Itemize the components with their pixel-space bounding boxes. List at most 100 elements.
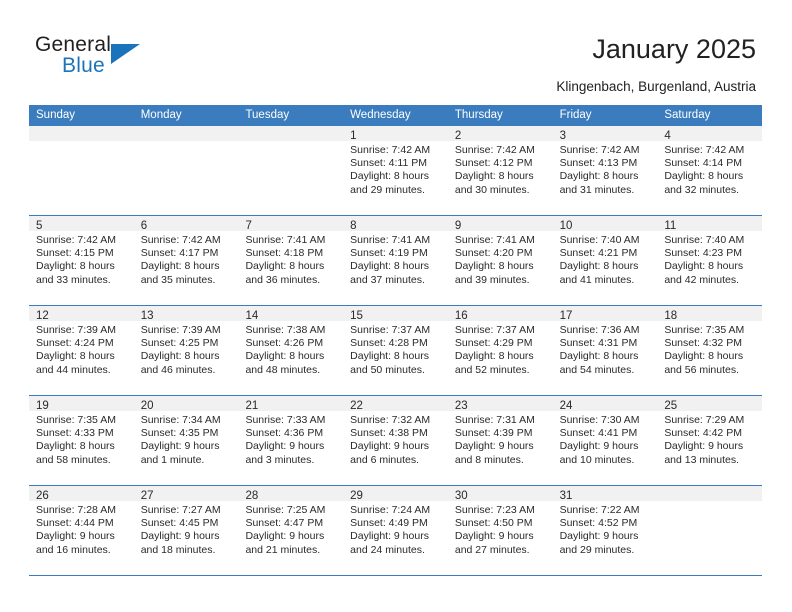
weekday-friday: Friday — [559, 109, 592, 121]
calendar-week-row: 5 Sunrise: 7:42 AM Sunset: 4:15 PM Daylight… — [29, 216, 763, 306]
day-details: Sunrise: 7:22 AM Sunset: 4:52 PM Daylight:… — [553, 501, 658, 557]
sunset-text: Sunset: 4:26 PM — [245, 337, 324, 350]
sunrise-text: Sunrise: 7:39 AM — [36, 324, 116, 336]
calendar-day-cell[interactable]: 26 Sunrise: 7:28 AM Sunset: 4:44 PM Dayligh… — [29, 486, 134, 575]
daylight-text-line2: and 48 minutes. — [245, 363, 321, 376]
calendar-weeks: 1 Sunrise: 7:42 AM Sunset: 4:11 PM Daylight… — [29, 126, 763, 576]
day-number-band: 31 — [552, 486, 658, 502]
calendar-day-cell[interactable]: 1 Sunrise: 7:42 AM Sunset: 4:11 PM Daylight… — [343, 126, 448, 215]
daylight-text-line2: and 29 minutes. — [350, 183, 425, 196]
daylight-text-line1: Daylight: 8 hours — [350, 170, 429, 183]
calendar-day-cell[interactable]: 19 Sunrise: 7:35 AM Sunset: 4:33 PM Dayligh… — [29, 396, 134, 485]
page-title: January 2025 — [592, 34, 756, 64]
day-number-band: 24 — [552, 396, 658, 412]
sunrise-text: Sunrise: 7:41 AM — [350, 234, 431, 246]
calendar-day-cell[interactable]: 17 Sunrise: 7:36 AM Sunset: 4:31 PM Dayligh… — [552, 306, 658, 395]
day-number: 11 — [664, 220, 677, 232]
calendar-day-cell[interactable]: 27 Sunrise: 7:27 AM Sunset: 4:45 PM Dayligh… — [133, 486, 239, 575]
weekday-thursday: Thursday — [454, 109, 503, 121]
calendar-day-cell[interactable]: 14 Sunrise: 7:38 AM Sunset: 4:26 PM Dayligh… — [238, 306, 344, 395]
calendar-week-row: 26 Sunrise: 7:28 AM Sunset: 4:44 PM Dayligh… — [29, 486, 763, 576]
weekday-wednesday: Wednesday — [350, 109, 411, 121]
day-number-band: 3 — [552, 126, 658, 142]
calendar-day-cell[interactable]: 13 Sunrise: 7:39 AM Sunset: 4:25 PM Dayligh… — [133, 306, 239, 395]
day-number: 27 — [140, 490, 154, 502]
day-number-band: 5 — [29, 216, 134, 232]
day-number-band: 13 — [133, 306, 239, 322]
sunrise-text: Sunrise: 7:42 AM — [454, 144, 535, 156]
calendar-day-cell[interactable]: 9 Sunrise: 7:41 AM Sunset: 4:20 PM Daylight… — [447, 216, 553, 305]
day-details: Sunrise: 7:38 AM Sunset: 4:26 PM Daylight:… — [238, 321, 343, 377]
sunrise-text: Sunrise: 7:29 AM — [664, 414, 745, 426]
sunrise-text: Sunrise: 7:32 AM — [350, 414, 431, 426]
daylight-text-line2: and 6 minutes. — [350, 453, 420, 466]
calendar-day-cell[interactable]: 25 Sunrise: 7:29 AM Sunset: 4:42 PM Dayligh… — [657, 396, 763, 485]
sunrise-text: Sunrise: 7:23 AM — [454, 504, 535, 516]
calendar-day-cell[interactable]: 31 Sunrise: 7:22 AM Sunset: 4:52 PM Dayligh… — [552, 486, 658, 575]
sunrise-text: Sunrise: 7:31 AM — [454, 414, 535, 426]
calendar-day-cell[interactable]: 7 Sunrise: 7:41 AM Sunset: 4:18 PM Daylight… — [238, 216, 344, 305]
calendar-day-cell[interactable]: 10 Sunrise: 7:40 AM Sunset: 4:21 PM Dayligh… — [552, 216, 658, 305]
weekday-sunday: Sunday — [36, 109, 76, 121]
sunrise-text: Sunrise: 7:37 AM — [350, 324, 431, 336]
sunrise-text: Sunrise: 7:37 AM — [454, 324, 535, 336]
calendar-day-cell[interactable]: 5 Sunrise: 7:42 AM Sunset: 4:15 PM Daylight… — [29, 216, 134, 305]
calendar-day-cell[interactable]: 16 Sunrise: 7:37 AM Sunset: 4:29 PM Dayligh… — [447, 306, 553, 395]
sunset-text: Sunset: 4:25 PM — [140, 337, 219, 350]
calendar-day-cell[interactable]: 29 Sunrise: 7:24 AM Sunset: 4:49 PM Dayligh… — [343, 486, 448, 575]
day-details: Sunrise: 7:41 AM Sunset: 4:19 PM Daylight:… — [343, 231, 448, 287]
daylight-text-line1: Daylight: 9 hours — [454, 530, 534, 543]
day-details: Sunrise: 7:32 AM Sunset: 4:38 PM Daylight:… — [343, 411, 448, 467]
day-details: Sunrise: 7:39 AM Sunset: 4:25 PM Daylight:… — [134, 321, 239, 377]
sunset-text: Sunset: 4:13 PM — [559, 157, 638, 170]
day-number-band: 30 — [447, 486, 553, 502]
daylight-text-line1: Daylight: 8 hours — [454, 350, 534, 363]
calendar-day-cell[interactable]: 15 Sunrise: 7:37 AM Sunset: 4:28 PM Dayligh… — [343, 306, 448, 395]
brand-name-bottom: Blue — [62, 54, 105, 77]
calendar-day-cell[interactable]: 2 Sunrise: 7:42 AM Sunset: 4:12 PM Daylight… — [447, 126, 553, 215]
calendar-day-cell[interactable]: 3 Sunrise: 7:42 AM Sunset: 4:13 PM Daylight… — [552, 126, 658, 215]
sunrise-text: Sunrise: 7:39 AM — [140, 324, 221, 336]
calendar-day-cell[interactable]: 21 Sunrise: 7:33 AM Sunset: 4:36 PM Dayligh… — [238, 396, 344, 485]
sunrise-text: Sunrise: 7:36 AM — [559, 324, 640, 336]
weekday-header-row: Sunday Monday Tuesday Wednesday Thursday… — [29, 105, 762, 126]
day-details: Sunrise: 7:35 AM Sunset: 4:33 PM Daylight:… — [29, 411, 134, 467]
daylight-text-line1: Daylight: 8 hours — [245, 350, 325, 363]
sunset-text: Sunset: 4:39 PM — [454, 427, 533, 440]
sunrise-text: Sunrise: 7:27 AM — [140, 504, 221, 516]
sunset-text: Sunset: 4:36 PM — [245, 427, 324, 440]
calendar-day-cell[interactable]: 8 Sunrise: 7:41 AM Sunset: 4:19 PM Daylight… — [343, 216, 448, 305]
sunrise-text: Sunrise: 7:42 AM — [350, 144, 431, 156]
daylight-text-line1: Daylight: 9 hours — [140, 440, 220, 453]
daylight-text-line2: and 33 minutes. — [36, 273, 111, 286]
day-number-band — [133, 126, 239, 141]
calendar-day-cell[interactable]: 30 Sunrise: 7:23 AM Sunset: 4:50 PM Dayligh… — [447, 486, 553, 575]
day-details: Sunrise: 7:37 AM Sunset: 4:28 PM Daylight:… — [343, 321, 448, 377]
daylight-text-line1: Daylight: 9 hours — [559, 440, 639, 453]
calendar-day-cell[interactable]: 11 Sunrise: 7:40 AM Sunset: 4:23 PM Dayligh… — [657, 216, 763, 305]
daylight-text-line1: Daylight: 9 hours — [36, 530, 115, 543]
calendar-day-cell[interactable]: 6 Sunrise: 7:42 AM Sunset: 4:17 PM Daylight… — [133, 216, 239, 305]
day-number: 21 — [245, 400, 259, 412]
day-number-band: 14 — [238, 306, 344, 322]
calendar-day-cell[interactable]: 24 Sunrise: 7:30 AM Sunset: 4:41 PM Dayligh… — [552, 396, 658, 485]
calendar-grid: Sunday Monday Tuesday Wednesday Thursday… — [29, 105, 763, 576]
calendar-day-cell[interactable]: 18 Sunrise: 7:35 AM Sunset: 4:32 PM Dayligh… — [657, 306, 763, 395]
day-number-band — [238, 126, 344, 141]
daylight-text-line2: and 41 minutes. — [559, 273, 635, 286]
sunset-text: Sunset: 4:15 PM — [36, 247, 114, 260]
calendar-day-cell[interactable]: 20 Sunrise: 7:34 AM Sunset: 4:35 PM Dayligh… — [133, 396, 239, 485]
day-number: 24 — [559, 400, 573, 412]
day-details: Sunrise: 7:42 AM Sunset: 4:12 PM Daylight:… — [448, 141, 553, 197]
sunset-text: Sunset: 4:18 PM — [245, 247, 324, 260]
daylight-text-line2: and 16 minutes. — [36, 543, 111, 556]
sunrise-text: Sunrise: 7:40 AM — [559, 234, 640, 246]
calendar-day-cell[interactable]: 28 Sunrise: 7:25 AM Sunset: 4:47 PM Dayligh… — [238, 486, 344, 575]
calendar-day-cell[interactable]: 12 Sunrise: 7:39 AM Sunset: 4:24 PM Dayligh… — [29, 306, 134, 395]
calendar-day-cell[interactable]: 23 Sunrise: 7:31 AM Sunset: 4:39 PM Dayligh… — [447, 396, 553, 485]
calendar-day-cell[interactable]: 22 Sunrise: 7:32 AM Sunset: 4:38 PM Dayligh… — [343, 396, 448, 485]
daylight-text-line2: and 3 minutes. — [245, 453, 315, 466]
brand-logo[interactable]: General Blue — [35, 33, 215, 89]
calendar-day-cell[interactable]: 4 Sunrise: 7:42 AM Sunset: 4:14 PM Daylight… — [657, 126, 763, 215]
day-details: Sunrise: 7:29 AM Sunset: 4:42 PM Daylight:… — [657, 411, 762, 467]
